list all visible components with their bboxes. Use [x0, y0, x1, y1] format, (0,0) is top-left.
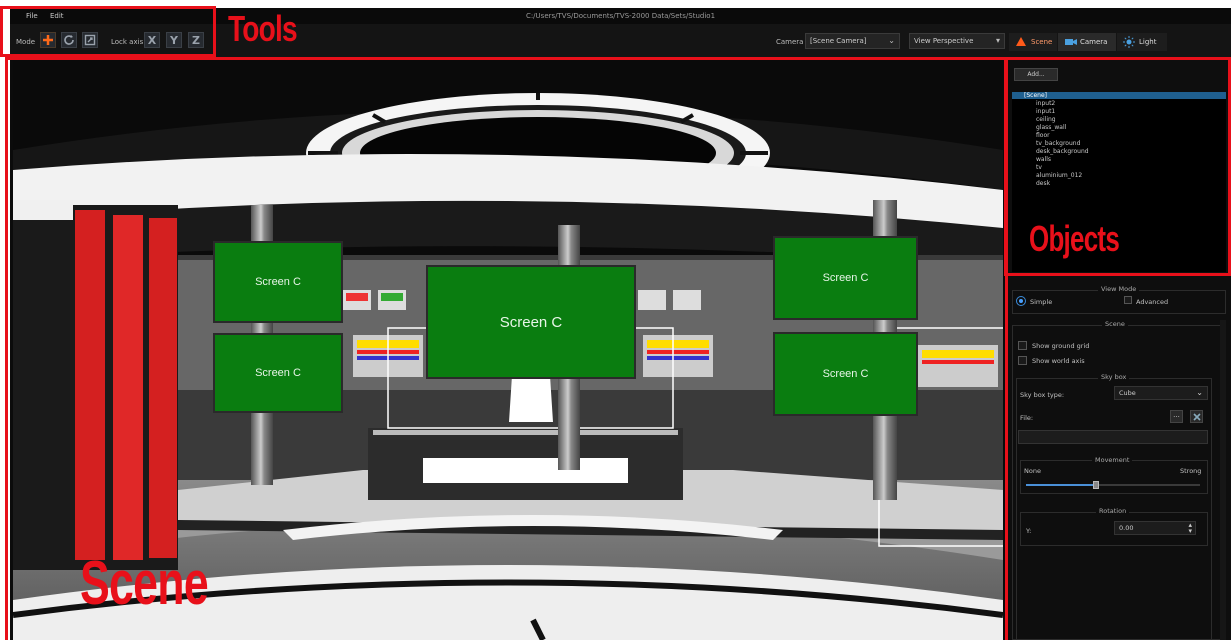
- camera-select-value: [Scene Camera]: [810, 37, 867, 45]
- tab-camera[interactable]: Camera: [1058, 33, 1116, 51]
- camera-select[interactable]: [Scene Camera] ⌄: [805, 33, 900, 49]
- file-browse-button[interactable]: ...: [1170, 410, 1183, 423]
- scene-settings-title: Scene: [1102, 320, 1128, 328]
- tab-scene[interactable]: Scene: [1009, 33, 1057, 51]
- tab-light-label: Light: [1139, 38, 1157, 46]
- light-icon: [1123, 36, 1135, 48]
- objects-annotation: Objects: [1029, 218, 1120, 259]
- view-select[interactable]: View Perspective ▾: [909, 33, 1005, 49]
- movement-slider[interactable]: [1026, 481, 1200, 489]
- chevron-down-icon: ⌄: [888, 36, 895, 45]
- advanced-checkbox[interactable]: [1124, 296, 1132, 304]
- radio-dot-icon: [1019, 299, 1023, 303]
- show-world-axis-label: Show world axis: [1032, 357, 1085, 365]
- file-label: File:: [1020, 414, 1034, 422]
- show-ground-grid-label: Show ground grid: [1032, 342, 1090, 350]
- skybox-type-select[interactable]: Cube ⌄: [1114, 386, 1208, 400]
- file-path-field[interactable]: [1018, 430, 1208, 444]
- camera-label: Camera: [776, 38, 804, 46]
- show-ground-grid-checkbox[interactable]: [1018, 341, 1027, 350]
- scene-icon: [1016, 37, 1026, 46]
- movement-max-label: Strong: [1180, 467, 1202, 475]
- advanced-label: Advanced: [1136, 298, 1169, 306]
- rotation-y-spinbox[interactable]: 0.00 ▴ ▾: [1114, 521, 1196, 535]
- movement-title: Movement: [1092, 456, 1133, 464]
- close-icon: [1192, 412, 1201, 421]
- rotation-y-label: Y:: [1026, 527, 1032, 535]
- tab-camera-label: Camera: [1080, 38, 1108, 46]
- rotation-y-value: 0.00: [1119, 524, 1134, 532]
- view-select-value: View Perspective: [914, 37, 974, 45]
- chevron-down-icon: ⌄: [1196, 388, 1203, 397]
- file-clear-button[interactable]: [1190, 410, 1203, 423]
- movement-slider-fill: [1026, 484, 1096, 486]
- skybox-type-label: Sky box type:: [1020, 391, 1065, 399]
- panel-scrollbar[interactable]: [1220, 320, 1226, 640]
- camera-icon: [1065, 39, 1077, 45]
- movement-min-label: None: [1024, 467, 1041, 475]
- movement-group: [1020, 460, 1208, 494]
- scene-annotation: Scene: [80, 549, 209, 618]
- tools-annotation: Tools: [228, 8, 298, 49]
- tab-light[interactable]: Light: [1117, 33, 1167, 51]
- spin-arrows-icon[interactable]: ▴ ▾: [1188, 522, 1192, 535]
- simple-radio[interactable]: [1016, 296, 1026, 306]
- simple-label: Simple: [1030, 298, 1053, 306]
- view-mode-title: View Mode: [1098, 285, 1140, 293]
- show-world-axis-checkbox[interactable]: [1018, 356, 1027, 365]
- skybox-title: Sky box: [1098, 373, 1130, 381]
- rotation-title: Rotation: [1096, 507, 1130, 515]
- movement-slider-handle[interactable]: [1093, 481, 1099, 489]
- tab-scene-label: Scene: [1031, 38, 1053, 46]
- skybox-type-value: Cube: [1119, 389, 1136, 397]
- tools-highlight-box: [0, 6, 216, 57]
- dropdown-arrow-icon: ▾: [995, 36, 1000, 45]
